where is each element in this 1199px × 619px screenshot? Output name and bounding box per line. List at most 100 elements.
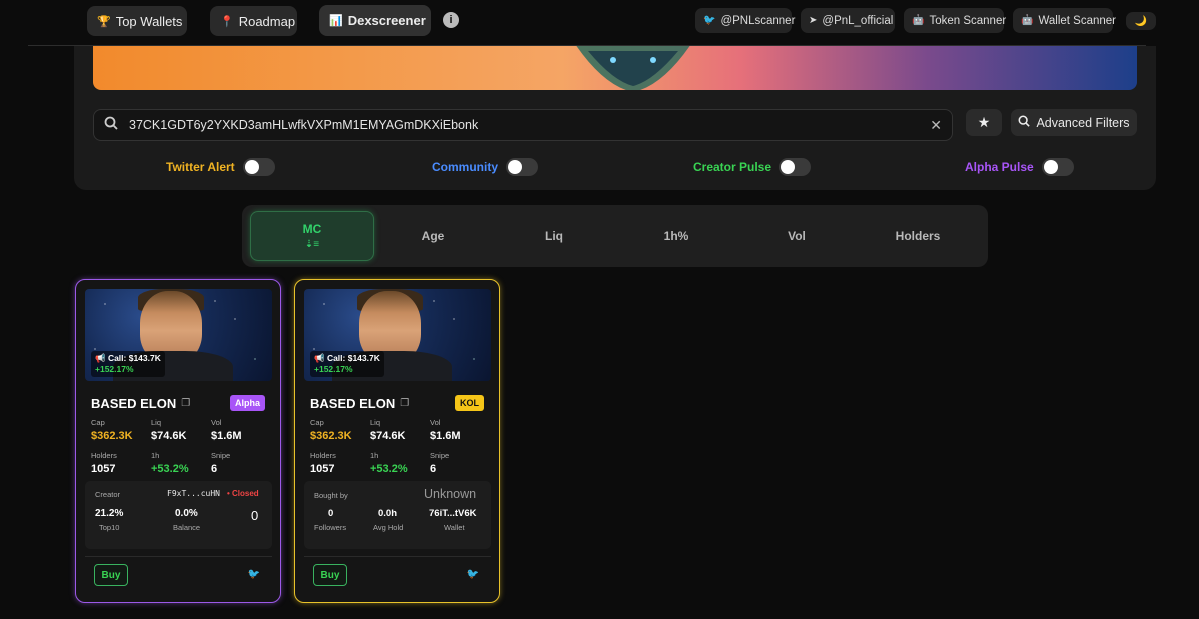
wallet-scanner-button[interactable]: 🤖 Wallet Scanner [1013,8,1117,33]
holders-stat: Holders 1057 [91,451,117,475]
balance-label: Balance [173,523,201,532]
call-badge: 📢 Call: $143.7K +152.17% [310,351,384,377]
pnl-official-telegram-link[interactable]: ➤ @PnL_official [801,8,895,33]
alpha-pulse-toggle[interactable] [1041,158,1074,176]
community-toggle[interactable] [506,158,538,176]
trophy-icon: 🏆 [97,15,111,28]
twitter-alert-label: Twitter Alert [166,160,235,174]
call-badge: 📢 Call: $143.7K +152.17% [91,351,165,377]
sort-mc-label: MC [302,222,322,236]
creator-status: • Closed [227,489,259,498]
call-percent: +152.17% [95,364,134,374]
token-name: BASED ELON ❐ [91,396,190,411]
token-image: 📢 Call: $143.7K +152.17% [304,289,491,381]
dexscreener-label: Dexscreener [347,13,426,28]
h1-stat: 1h +53.2% [370,451,408,475]
pin-icon: 📍 [220,15,234,28]
sort-holders-label: Holders [895,229,941,243]
pnlscanner-twitter-link[interactable]: 🐦 @PNLscanner [695,8,796,33]
kol-info-box: Bought by Unknown 0 Followers 0.0h Avg H… [304,481,491,549]
cap-stat: Cap $362.3K [310,418,352,442]
h1-stat: 1h +53.2% [151,451,189,475]
snipe-stat: Snipe 6 [430,451,450,475]
creator-address[interactable]: F9xT...cuHN [167,489,220,498]
twitter-icon[interactable]: 🐦 [248,569,260,580]
wallet-label: Wallet [444,523,465,532]
snipe-stat: Snipe 6 [211,451,231,475]
wallet-scanner-label: Wallet Scanner [1038,14,1117,27]
sort-holders-tab[interactable]: Holders [856,211,980,261]
wallet-value[interactable]: 76iT...tV6K [429,508,477,519]
sort-1h-tab[interactable]: 1h% [614,211,738,261]
card-divider [85,556,272,557]
creator-pulse-toggle[interactable] [779,158,812,176]
search-icon [104,116,122,135]
copy-icon[interactable]: ❐ [181,398,190,409]
sort-liq-tab[interactable]: Liq [492,211,616,261]
telegram-icon: ➤ [809,15,818,26]
alpha-tag: Alpha [229,395,265,411]
token-card[interactable]: 📢 Call: $143.7K +152.17% BASED ELON ❐ Al… [75,279,281,603]
vol-stat: Vol $1.6M [430,418,461,442]
token-name-text: BASED ELON [91,396,177,411]
kol-tag: KOL [455,395,484,411]
community-toggle-row: Community [432,158,538,176]
sort-vol-tab[interactable]: Vol [735,211,859,261]
sort-age-tab[interactable]: Age [371,211,495,261]
top-wallets-button[interactable]: 🏆 Top Wallets [87,6,187,36]
alpha-pulse-toggle-row: Alpha Pulse [965,158,1074,176]
banner-art [576,46,690,90]
banner-image [93,46,1137,90]
sort-age-label: Age [421,229,445,243]
buy-button[interactable]: Buy [94,564,128,586]
call-value: 📢 Call: $143.7K [95,353,161,363]
balance-value: 0.0% [175,508,198,519]
sort-vol-label: Vol [788,229,806,243]
avg-hold-label: Avg Hold [373,523,404,532]
token-card[interactable]: 📢 Call: $143.7K +152.17% BASED ELON ❐ KO… [294,279,500,603]
creator-pulse-label: Creator Pulse [693,160,772,174]
pnl-official-label: @PnL_official [822,14,894,27]
twitter-alert-toggle[interactable] [242,158,275,176]
pnlscanner-label: @PNLscanner [720,14,796,27]
call-value: 📢 Call: $143.7K [314,353,380,363]
token-search-box[interactable]: ✕ [93,109,953,141]
top-nav: 🏆 Top Wallets 📍 Roadmap 📊 Dexscreener i … [0,0,1199,46]
token-scanner-button[interactable]: 🤖 Token Scanner [904,8,1007,33]
bought-by-value: Unknown [424,487,477,501]
liq-stat: Liq $74.6K [370,418,406,442]
clear-icon[interactable]: ✕ [930,117,942,134]
token-name: BASED ELON ❐ [310,396,409,411]
token-scanner-label: Token Scanner [929,14,1007,27]
card-divider [304,556,491,557]
call-percent: +152.17% [314,364,353,374]
alpha-pulse-label: Alpha Pulse [965,160,1034,174]
liq-stat: Liq $74.6K [151,418,187,442]
info-icon[interactable]: i [443,12,459,28]
bot-icon: 🤖 [912,15,925,26]
roadmap-button[interactable]: 📍 Roadmap [210,6,297,36]
twitter-icon[interactable]: 🐦 [467,569,479,580]
sort-1h-label: 1h% [663,229,689,243]
advanced-filters-button[interactable]: Advanced Filters [1011,109,1137,136]
theme-toggle[interactable]: 🌙 [1126,12,1156,30]
creator-label: Creator [95,490,121,499]
star-icon: ★ [977,114,991,130]
bought-by-label: Bought by [314,491,348,500]
creator-count: 0 [251,508,259,523]
favorites-button[interactable]: ★ [966,109,1002,136]
roadmap-label: Roadmap [238,13,296,29]
token-image: 📢 Call: $143.7K +152.17% [85,289,272,381]
top-wallets-label: Top Wallets [115,13,183,29]
sort-bar: MC ⇣≡ Age Liq 1h% Vol Holders [242,205,988,267]
holders-stat: Holders 1057 [310,451,336,475]
avg-hold-value: 0.0h [378,508,398,519]
copy-icon[interactable]: ❐ [400,398,409,409]
buy-button[interactable]: Buy [313,564,347,586]
sort-mc-tab[interactable]: MC ⇣≡ [250,211,374,261]
advanced-filters-label: Advanced Filters [1036,115,1130,130]
search-input[interactable] [129,118,919,132]
followers-label: Followers [314,523,347,532]
twitter-alert-toggle-row: Twitter Alert [166,158,275,176]
dexscreener-button[interactable]: 📊 Dexscreener [319,5,431,36]
